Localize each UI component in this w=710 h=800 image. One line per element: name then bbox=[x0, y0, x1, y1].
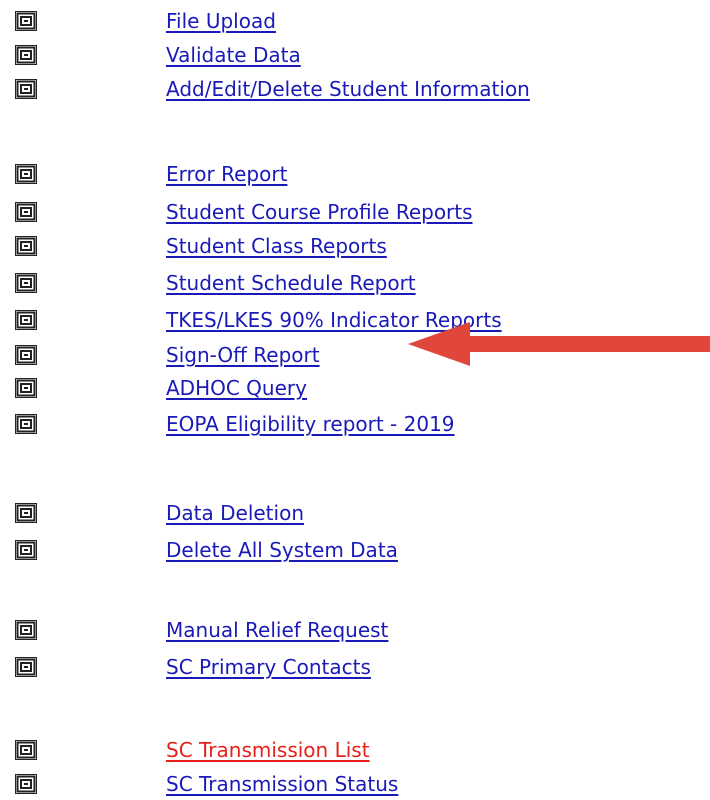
report-icon bbox=[15, 503, 37, 523]
sc-transmission-status-link[interactable]: SC Transmission Status bbox=[166, 769, 398, 799]
menu-item-manual-relief-request: Manual Relief Request bbox=[0, 615, 710, 645]
adhoc-query-link[interactable]: ADHOC Query bbox=[166, 373, 307, 403]
report-menu: File Upload Validate Data Add/Edit/Delet… bbox=[0, 0, 710, 800]
student-class-reports-link[interactable]: Student Class Reports bbox=[166, 231, 387, 261]
report-icon bbox=[15, 740, 37, 760]
report-icon bbox=[15, 11, 37, 31]
sign-off-report-link[interactable]: Sign-Off Report bbox=[166, 340, 320, 370]
menu-item-student-class-reports: Student Class Reports bbox=[0, 231, 710, 261]
manual-relief-request-link[interactable]: Manual Relief Request bbox=[166, 615, 388, 645]
menu-item-student-information: Add/Edit/Delete Student Information bbox=[0, 74, 710, 104]
menu-item-eopa-eligibility-report: EOPA Eligibility report - 2019 bbox=[0, 409, 710, 439]
sc-primary-contacts-link[interactable]: SC Primary Contacts bbox=[166, 652, 371, 682]
menu-item-student-schedule-report: Student Schedule Report bbox=[0, 268, 710, 298]
report-icon bbox=[15, 774, 37, 794]
menu-item-sc-transmission-status: SC Transmission Status bbox=[0, 769, 710, 799]
student-course-profile-reports-link[interactable]: Student Course Profile Reports bbox=[166, 197, 473, 227]
menu-item-sc-primary-contacts: SC Primary Contacts bbox=[0, 652, 710, 682]
menu-item-file-upload: File Upload bbox=[0, 6, 710, 36]
menu-item-adhoc-query: ADHOC Query bbox=[0, 373, 710, 403]
report-icon bbox=[15, 273, 37, 293]
report-icon bbox=[15, 236, 37, 256]
student-information-link[interactable]: Add/Edit/Delete Student Information bbox=[166, 74, 530, 104]
error-report-link[interactable]: Error Report bbox=[166, 159, 287, 189]
report-icon bbox=[15, 657, 37, 677]
report-icon bbox=[15, 378, 37, 398]
report-icon bbox=[15, 79, 37, 99]
menu-item-delete-all-system-data: Delete All System Data bbox=[0, 535, 710, 565]
report-icon bbox=[15, 620, 37, 640]
student-schedule-report-link[interactable]: Student Schedule Report bbox=[166, 268, 416, 298]
report-icon bbox=[15, 414, 37, 434]
menu-item-error-report: Error Report bbox=[0, 159, 710, 189]
report-icon bbox=[15, 345, 37, 365]
sc-transmission-list-link[interactable]: SC Transmission List bbox=[166, 735, 370, 765]
menu-item-student-course-profile-reports: Student Course Profile Reports bbox=[0, 197, 710, 227]
red-arrow-icon bbox=[408, 322, 710, 366]
menu-item-validate-data: Validate Data bbox=[0, 40, 710, 70]
menu-item-sc-transmission-list: SC Transmission List bbox=[0, 735, 710, 765]
validate-data-link[interactable]: Validate Data bbox=[166, 40, 301, 70]
report-icon bbox=[15, 45, 37, 65]
file-upload-link[interactable]: File Upload bbox=[166, 6, 276, 36]
report-icon bbox=[15, 540, 37, 560]
report-icon bbox=[15, 310, 37, 330]
eopa-eligibility-report-link[interactable]: EOPA Eligibility report - 2019 bbox=[166, 409, 455, 439]
data-deletion-link[interactable]: Data Deletion bbox=[166, 498, 304, 528]
report-icon bbox=[15, 202, 37, 222]
menu-item-data-deletion: Data Deletion bbox=[0, 498, 710, 528]
delete-all-system-data-link[interactable]: Delete All System Data bbox=[166, 535, 398, 565]
report-icon bbox=[15, 164, 37, 184]
